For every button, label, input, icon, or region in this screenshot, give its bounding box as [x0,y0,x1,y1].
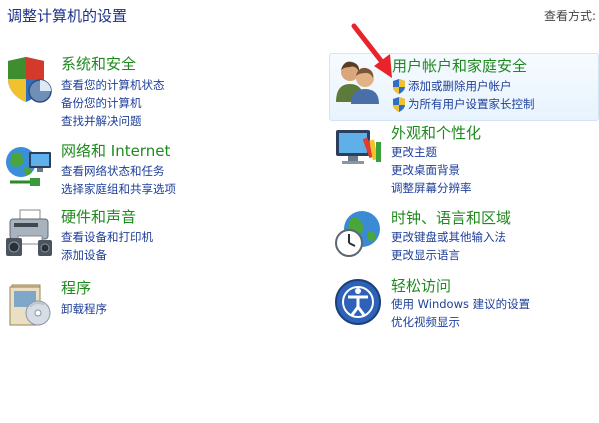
link-backup-computer[interactable]: 备份您的计算机 [61,96,142,111]
link-add-remove-user-accounts[interactable]: 添加或删除用户帐户 [408,79,512,94]
link-add-device[interactable]: 添加设备 [61,248,107,263]
link-windows-recommended-settings[interactable]: 使用 Windows 建议的设置 [391,297,530,312]
programs-icon[interactable] [4,279,54,329]
hardware-sound-icon[interactable] [4,208,54,258]
category-title-ease-of-access[interactable]: 轻松访问 [391,277,451,296]
appearance-icon[interactable] [334,124,384,174]
link-uninstall-program[interactable]: 卸载程序 [61,302,107,317]
category-hardware-sound: 硬件和声音 查看设备和打印机 添加设备 [4,208,304,268]
category-ease-of-access: 轻松访问 使用 Windows 建议的设置 优化视频显示 [334,277,594,335]
category-title-network-internet[interactable]: 网络和 Internet [61,142,170,161]
page-title: 调整计算机的设置 [7,7,128,25]
system-security-icon[interactable] [4,55,54,105]
category-title-clock-language-region[interactable]: 时钟、语言和区域 [391,209,511,228]
category-clock-language-region: 时钟、语言和区域 更改键盘或其他输入法 更改显示语言 [334,209,594,267]
category-title-user-accounts[interactable]: 用户帐户和家庭安全 [392,57,527,76]
link-find-fix-problems[interactable]: 查找并解决问题 [61,114,142,129]
link-change-display-language[interactable]: 更改显示语言 [391,248,460,263]
view-by-label[interactable]: 查看方式: [544,7,596,24]
link-change-keyboard-input[interactable]: 更改键盘或其他输入法 [391,230,506,245]
link-view-network-status[interactable]: 查看网络状态和任务 [61,164,165,179]
network-internet-icon[interactable] [4,142,54,192]
category-title-appearance[interactable]: 外观和个性化 [391,124,481,143]
uac-shield-icon [393,97,405,112]
link-optimize-visual-display[interactable]: 优化视频显示 [391,315,460,330]
ease-of-access-icon[interactable] [334,277,384,327]
category-title-system-security[interactable]: 系统和安全 [61,55,136,74]
link-homegroup-sharing[interactable]: 选择家庭组和共享选项 [61,182,176,197]
category-appearance: 外观和个性化 更改主题 更改桌面背景 调整屏幕分辨率 [334,124,594,200]
link-adjust-screen-resolution[interactable]: 调整屏幕分辨率 [391,181,472,196]
link-change-desktop-background[interactable]: 更改桌面背景 [391,163,460,178]
category-programs: 程序 卸载程序 [4,279,304,329]
link-view-devices-printers[interactable]: 查看设备和打印机 [61,230,153,245]
link-view-computer-status[interactable]: 查看您的计算机状态 [61,78,165,93]
category-system-security: 系统和安全 查看您的计算机状态 备份您的计算机 查找并解决问题 [4,55,304,135]
link-parental-controls[interactable]: 为所有用户设置家长控制 [408,97,535,112]
category-title-programs[interactable]: 程序 [61,279,91,298]
category-title-hardware-sound[interactable]: 硬件和声音 [61,208,136,227]
link-change-theme[interactable]: 更改主题 [391,145,437,160]
category-network-internet: 网络和 Internet 查看网络状态和任务 选择家庭组和共享选项 [4,142,304,202]
clock-language-region-icon[interactable] [334,209,384,259]
annotation-arrow-icon [351,23,392,78]
